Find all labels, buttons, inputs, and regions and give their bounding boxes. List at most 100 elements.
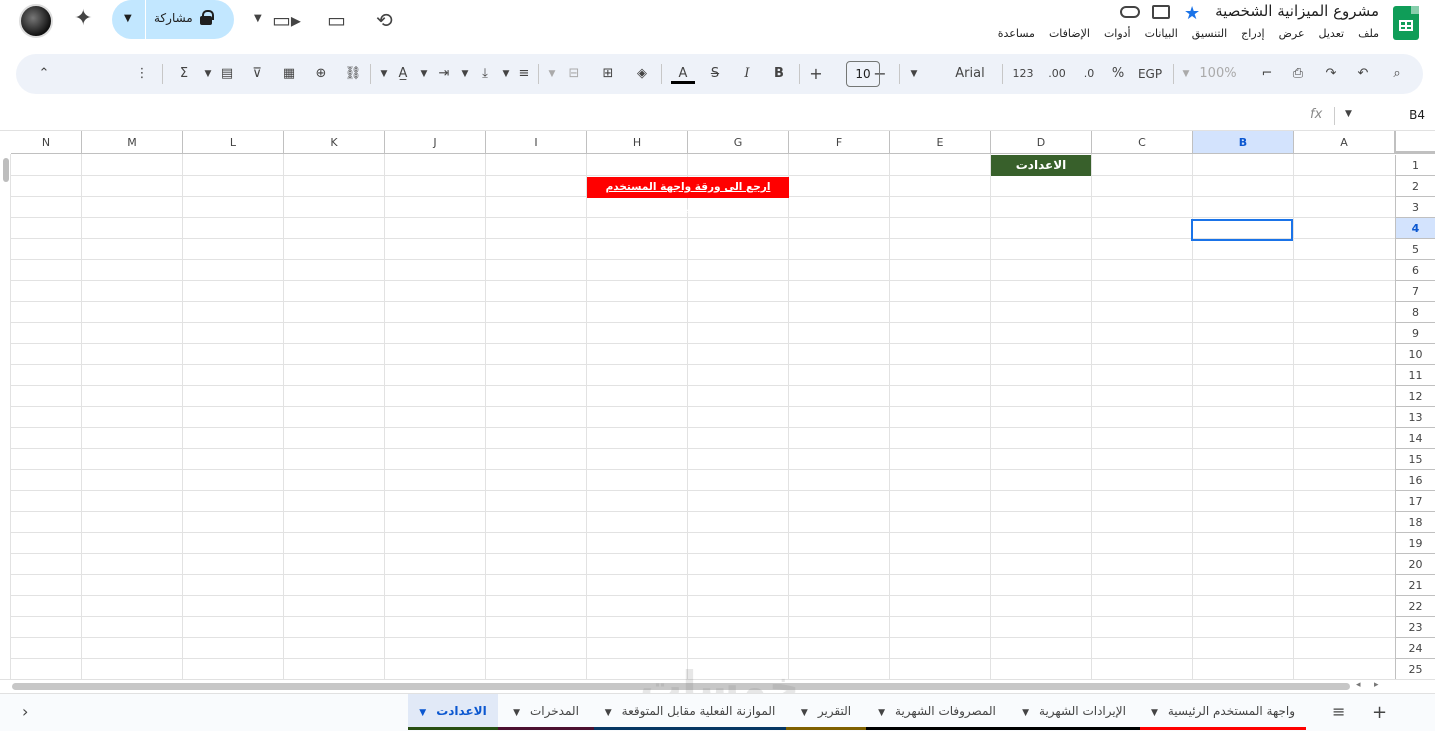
- cloud-status-icon[interactable]: [1120, 6, 1140, 18]
- row-header[interactable]: 17: [1395, 491, 1435, 512]
- wrap-dropdown-icon[interactable]: ▼: [418, 64, 430, 84]
- select-all-corner[interactable]: [1395, 131, 1435, 154]
- column-header[interactable]: K: [284, 131, 385, 154]
- column-header[interactable]: M: [82, 131, 183, 154]
- percent-format-button[interactable]: %: [1110, 64, 1126, 84]
- name-box[interactable]: B4: [1409, 108, 1425, 122]
- insert-link-icon[interactable]: ⛓: [342, 64, 364, 84]
- comments-icon[interactable]: ▭: [327, 8, 346, 32]
- move-folder-icon[interactable]: [1152, 5, 1170, 19]
- menu-data[interactable]: البيانات: [1145, 27, 1178, 40]
- add-sheet-icon[interactable]: +: [1372, 702, 1387, 723]
- scroll-tabs-chevron-icon[interactable]: ›: [22, 702, 28, 721]
- font-family-dropdown-icon[interactable]: ▼: [908, 64, 920, 84]
- row-header[interactable]: 14: [1395, 428, 1435, 449]
- tab-report[interactable]: التقرير▼: [786, 694, 866, 730]
- gemini-sparkle-icon[interactable]: ✦: [74, 6, 92, 31]
- row-header[interactable]: 5: [1395, 239, 1435, 260]
- column-header[interactable]: N: [11, 131, 82, 154]
- vertical-align-icon[interactable]: ⤓: [475, 64, 495, 84]
- halign-dropdown-icon[interactable]: ▼: [500, 64, 512, 84]
- row-header[interactable]: 6: [1395, 260, 1435, 281]
- row-header[interactable]: 25: [1395, 659, 1435, 679]
- decrease-decimal-button[interactable]: .0: [1078, 64, 1100, 84]
- zoom-dropdown-icon[interactable]: ▼: [1180, 64, 1192, 84]
- borders-icon[interactable]: ⊞: [598, 64, 618, 84]
- row-header[interactable]: 16: [1395, 470, 1435, 491]
- menu-tools[interactable]: أدوات: [1104, 27, 1131, 40]
- increase-decimal-button[interactable]: .00: [1044, 64, 1070, 84]
- collapse-menu-chevron-up-icon[interactable]: ⌃: [34, 64, 54, 84]
- column-header[interactable]: F: [789, 131, 890, 154]
- spreadsheet-grid[interactable]: ABCDEFGHIJKLMN 1 2 3 4 5 6 7 8 9 10 11 12 13 14 15 16 17…: [0, 131, 1435, 679]
- row-header[interactable]: 19: [1395, 533, 1435, 554]
- row-header[interactable]: 24: [1395, 638, 1435, 659]
- sheets-logo-icon[interactable]: [1393, 6, 1419, 40]
- column-header[interactable]: G: [688, 131, 789, 154]
- row-header[interactable]: 20: [1395, 554, 1435, 575]
- row-header[interactable]: 15: [1395, 449, 1435, 470]
- text-wrap-icon[interactable]: ⇥: [434, 64, 454, 84]
- menu-extensions[interactable]: الإضافات: [1049, 27, 1090, 40]
- row-header[interactable]: 9: [1395, 323, 1435, 344]
- filter-icon[interactable]: ⊽: [246, 64, 268, 84]
- column-header[interactable]: A: [1294, 131, 1395, 154]
- all-sheets-menu-icon[interactable]: ≡: [1332, 702, 1345, 721]
- insert-comment-icon[interactable]: ⊕: [310, 64, 332, 84]
- tab-monthly-income[interactable]: الإيرادات الشهرية▼: [1008, 694, 1140, 730]
- tab-dropdown-icon[interactable]: ▼: [1022, 708, 1029, 718]
- scroll-right-icon[interactable]: ▸: [1374, 680, 1379, 690]
- tab-dropdown-icon[interactable]: ▼: [878, 708, 885, 718]
- meet-dropdown-icon[interactable]: ▼: [254, 13, 262, 24]
- menu-format[interactable]: التنسيق: [1192, 27, 1227, 40]
- row-header[interactable]: 8: [1395, 302, 1435, 323]
- tab-dropdown-icon[interactable]: ▼: [605, 708, 612, 718]
- name-box-dropdown-icon[interactable]: ▼: [1345, 109, 1352, 119]
- fill-color-icon[interactable]: ◈: [632, 64, 652, 84]
- star-icon[interactable]: ★: [1184, 3, 1200, 24]
- tab-actual-vs-expected[interactable]: الموازنة الفعلية مقابل المتوقعة▼: [594, 694, 786, 730]
- column-header[interactable]: I: [486, 131, 587, 154]
- column-header[interactable]: L: [183, 131, 284, 154]
- search-menus-icon[interactable]: ⌕: [1386, 64, 1408, 84]
- row-header[interactable]: 12: [1395, 386, 1435, 407]
- tab-dropdown-icon[interactable]: ▼: [513, 708, 520, 718]
- column-header[interactable]: H: [587, 131, 688, 154]
- cell-d1-settings-header[interactable]: الاعدادت: [991, 155, 1091, 176]
- doc-title[interactable]: مشروع الميزانية الشخصية: [1215, 2, 1379, 20]
- row-header[interactable]: 22: [1395, 596, 1435, 617]
- scroll-left-icon[interactable]: ◂: [1356, 680, 1361, 690]
- horizontal-align-icon[interactable]: ≡: [514, 64, 534, 84]
- valign-dropdown-icon[interactable]: ▼: [459, 64, 471, 84]
- bold-button[interactable]: B: [770, 64, 788, 84]
- functions-sigma-icon[interactable]: Σ: [174, 64, 194, 84]
- functions-dropdown-icon[interactable]: ▼: [202, 64, 214, 84]
- meet-video-icon[interactable]: ▭▸: [272, 8, 301, 32]
- rotation-dropdown-icon[interactable]: ▼: [378, 64, 390, 84]
- menu-help[interactable]: مساعدة: [998, 27, 1035, 40]
- row-header[interactable]: 10: [1395, 344, 1435, 365]
- cell-h2-back-to-main-link[interactable]: ارجع الى ورقة واجهة المستخدم الرئيسية: [587, 177, 789, 214]
- avatar[interactable]: [19, 4, 53, 38]
- merge-cells-icon[interactable]: ⊟: [564, 64, 584, 84]
- text-rotation-icon[interactable]: A̲: [393, 64, 413, 84]
- row-header[interactable]: 23: [1395, 617, 1435, 638]
- redo-icon[interactable]: ↷: [1320, 64, 1342, 84]
- row-header[interactable]: 13: [1395, 407, 1435, 428]
- row-header[interactable]: 4: [1395, 218, 1435, 239]
- column-header[interactable]: E: [890, 131, 991, 154]
- row-header[interactable]: 21: [1395, 575, 1435, 596]
- row-header[interactable]: 1: [1395, 155, 1435, 176]
- tab-dropdown-icon[interactable]: ▼: [1151, 708, 1158, 718]
- font-family-select[interactable]: Arial: [946, 64, 994, 84]
- tab-dropdown-icon[interactable]: ▼: [419, 708, 426, 718]
- row-header[interactable]: 18: [1395, 512, 1435, 533]
- font-size-input[interactable]: 10: [846, 61, 880, 87]
- row-header[interactable]: 2: [1395, 176, 1435, 197]
- tab-dropdown-icon[interactable]: ▼: [801, 708, 808, 718]
- print-icon[interactable]: ⎙: [1287, 64, 1309, 84]
- column-header[interactable]: D: [991, 131, 1092, 154]
- undo-icon[interactable]: ↶: [1352, 64, 1374, 84]
- menu-view[interactable]: عرض: [1279, 27, 1305, 40]
- row-header[interactable]: 3: [1395, 197, 1435, 218]
